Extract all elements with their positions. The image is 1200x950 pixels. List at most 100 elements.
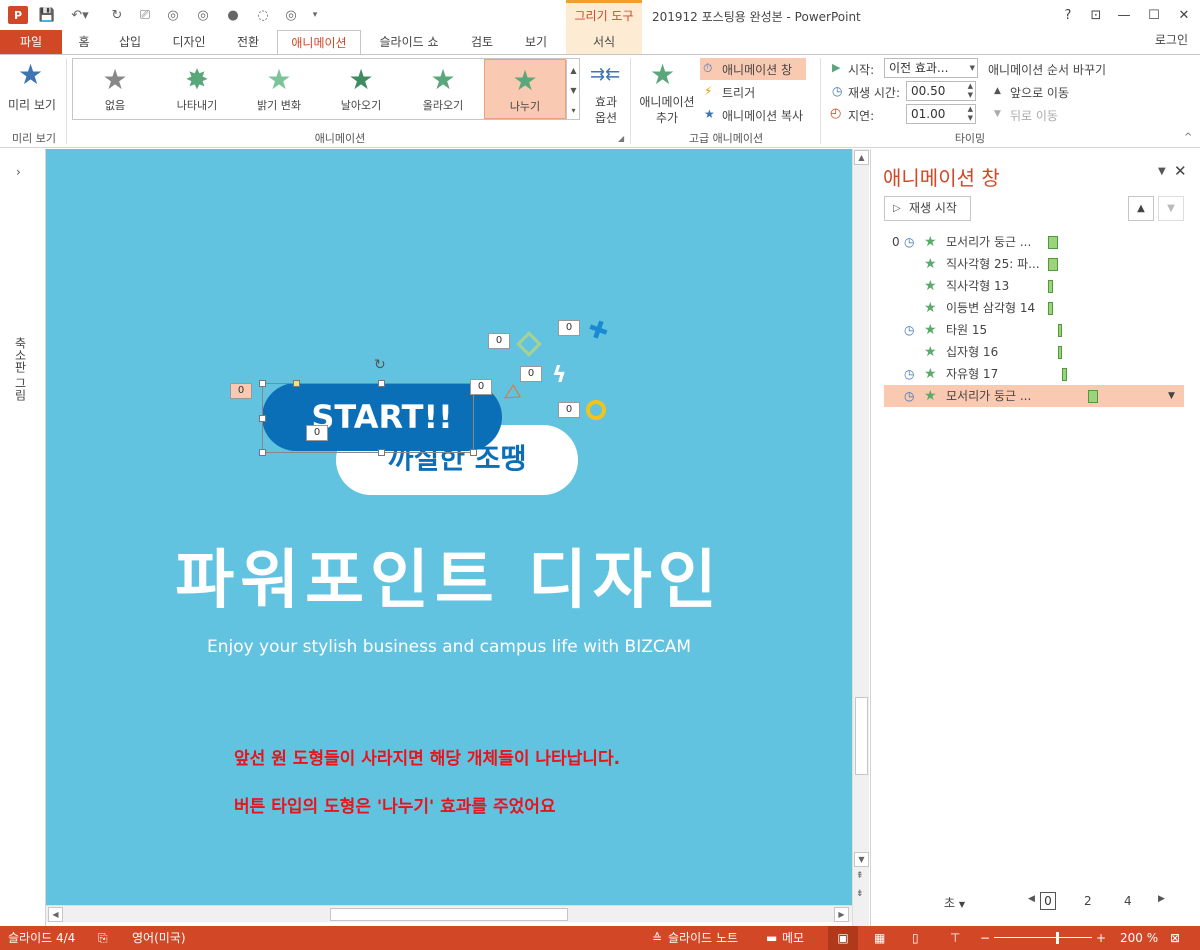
start-slideshow-icon[interactable]: ⎚ [136, 6, 154, 24]
powerpoint-logo-icon[interactable]: P [8, 6, 28, 24]
animation-list-item[interactable]: ★ 직사각형 25: 파... [884, 253, 1184, 275]
gallery-more-icon[interactable]: ▾ [566, 100, 580, 120]
animation-list-item[interactable]: ★ 이등변 삼각형 14 [884, 297, 1184, 319]
scroll-up-icon[interactable]: ▲ [854, 150, 869, 165]
note-line-2[interactable]: 버튼 타입의 도형은 '나누기' 효과를 주었어요 [234, 792, 556, 817]
animation-list-item[interactable]: ◷ ★ 자유형 17 [884, 363, 1184, 385]
slideshow-view-icon[interactable]: ⊤ [950, 926, 960, 950]
expand-chevron-icon[interactable]: › [16, 165, 21, 179]
ribbon-display-icon[interactable]: ⊡ [1084, 4, 1108, 26]
start-dropdown[interactable]: 이전 효과... ▼ [884, 58, 978, 78]
close-pane-icon[interactable]: ✕ [1174, 162, 1187, 180]
delay-spinner[interactable]: 01.00 ▲ ▼ [906, 104, 976, 124]
notes-button[interactable]: 슬라이드 노트 [668, 926, 738, 950]
zoom-slider-track[interactable] [994, 937, 1092, 938]
zoom-in-icon[interactable]: + [1096, 926, 1106, 950]
resize-handle[interactable] [259, 380, 266, 387]
animation-tag[interactable]: 0 [558, 402, 580, 418]
customize-qat-icon[interactable]: ▾ [306, 6, 324, 24]
tab-slideshow[interactable]: 슬라이드 쇼 [368, 30, 450, 54]
zoom-out-icon[interactable]: − [980, 926, 990, 950]
vertical-scroll-thumb[interactable] [855, 697, 868, 775]
scroll-right-icon[interactable]: ▶ [834, 907, 849, 922]
resize-handle[interactable] [259, 449, 266, 456]
next-slide-icon[interactable]: ⇟ [856, 889, 864, 899]
preview-button-label[interactable]: 미리 보기 [8, 96, 56, 113]
shape-icon-3[interactable]: ◎ [282, 6, 300, 24]
language-indicator[interactable]: 영어(미국) [132, 926, 186, 950]
tab-home[interactable]: 홈 [66, 30, 102, 54]
tab-design[interactable]: 디자인 [162, 30, 216, 54]
previous-slide-icon[interactable]: ⇞ [856, 871, 864, 881]
zoom-slider-thumb[interactable] [1056, 932, 1059, 944]
rotate-handle-icon[interactable]: ↻ [374, 357, 386, 373]
animation-tag[interactable]: 0 [488, 333, 510, 349]
tab-animations[interactable]: 애니메이션 [277, 30, 361, 54]
move-up-button-icon[interactable]: ▲ [1128, 196, 1154, 221]
oval-icon[interactable]: ● [224, 6, 242, 24]
animation-list-item[interactable]: 0 ◷ ★ 모서리가 둥근 ... [884, 231, 1184, 253]
animation-tag[interactable]: 0 [306, 425, 328, 441]
help-button[interactable]: ? [1056, 4, 1080, 26]
animation-list-item[interactable]: ★ 직사각형 13 [884, 275, 1184, 297]
ring-shape[interactable] [586, 400, 606, 420]
effect-options-button[interactable]: 효과 옵션 [590, 94, 622, 126]
notes-icon[interactable]: ≙ [652, 926, 662, 950]
comments-button[interactable]: 메모 [782, 926, 804, 950]
normal-view-icon[interactable]: ▣ [828, 926, 858, 950]
preview-star-icon[interactable]: ★ [18, 60, 48, 90]
zigzag-shape[interactable]: ϟ [552, 365, 567, 387]
save-icon[interactable]: 💾 [38, 6, 56, 24]
comments-icon[interactable]: ▬ [766, 926, 777, 950]
slide-canvas[interactable]: 까실한 조땡 START!! ↻ 0 0 0 0 0 0 0 ✚ ◁ ϟ 파워포… [46, 149, 852, 905]
animation-tag[interactable]: 0 [520, 366, 542, 382]
maximize-icon[interactable]: ☐ [1142, 4, 1166, 26]
zoom-level[interactable]: 200 % [1120, 926, 1158, 950]
spellcheck-icon[interactable]: ⎘ [98, 926, 108, 950]
scroll-down-icon[interactable]: ▼ [854, 852, 869, 867]
gallery-item-fly-in[interactable]: ★ 날아오기 [320, 59, 402, 119]
animation-tag[interactable]: 0 [558, 320, 580, 336]
note-line-1[interactable]: 앞선 원 도형들이 사라지면 해당 개체들이 나타납니다. [234, 744, 620, 769]
fit-to-window-icon[interactable]: ⊠ [1170, 926, 1180, 950]
gallery-item-none[interactable]: ★ 없음 [74, 59, 156, 119]
thumbnails-pane-collapsed[interactable]: › 축소판 그림 [0, 149, 46, 926]
animation-painter-button[interactable]: 애니메이션 복사 [722, 107, 803, 124]
diamond-shape[interactable] [516, 331, 542, 357]
reading-view-icon[interactable]: ▯ [912, 926, 919, 950]
horizontal-scroll-thumb[interactable] [330, 908, 568, 921]
tab-view[interactable]: 보기 [514, 30, 558, 54]
item-dropdown-icon[interactable]: ▼ [1168, 385, 1175, 407]
gallery-scroll-up-icon[interactable]: ▲ [566, 60, 580, 80]
adjust-handle[interactable] [293, 380, 300, 387]
tab-file[interactable]: 파일 [0, 30, 62, 54]
shape-icon-2[interactable]: ◎ [194, 6, 212, 24]
animation-tag[interactable]: 0 [470, 379, 492, 395]
animation-tag[interactable]: 0 [230, 383, 252, 399]
slide-subtitle[interactable]: Enjoy your stylish business and campus l… [46, 637, 852, 657]
resize-handle[interactable] [378, 449, 385, 456]
gallery-scroll-down-icon[interactable]: ▼ [566, 80, 580, 100]
slide-title[interactable]: 파워포인트 디자인 [46, 529, 852, 621]
gallery-item-appear[interactable]: ✸ 나타내기 [156, 59, 238, 119]
duration-spinner[interactable]: 00.50 ▲ ▼ [906, 81, 976, 101]
move-down-button-icon[interactable]: ▼ [1158, 196, 1184, 221]
cross-shape[interactable]: ✚ [584, 314, 616, 347]
scroll-left-icon[interactable]: ◀ [48, 907, 63, 922]
shape-icon[interactable]: ◎ [164, 6, 182, 24]
tab-review[interactable]: 검토 [462, 30, 502, 54]
seconds-dropdown[interactable]: 초 ▼ [944, 894, 965, 911]
effect-options-icon[interactable]: ⇉⇇ [590, 64, 620, 85]
animation-list-item-selected[interactable]: ◷ ★ 모서리가 둥근 ... ▼ [884, 385, 1184, 407]
vertical-scrollbar[interactable]: ▲ ▼ ⇞ ⇟ [852, 149, 869, 926]
resize-handle[interactable] [378, 380, 385, 387]
close-icon[interactable]: ✕ [1172, 4, 1196, 26]
undo-icon[interactable]: ↶▾ [66, 6, 94, 24]
move-earlier-button[interactable]: 앞으로 이동 [1010, 84, 1069, 101]
slide-sorter-icon[interactable]: ▦ [874, 926, 885, 950]
dotted-oval-icon[interactable]: ◌ [254, 6, 272, 24]
login-link[interactable]: 로그인 [1155, 30, 1188, 50]
animation-pane-button[interactable]: 애니메이션 창 [722, 61, 792, 78]
gallery-item-rise-up[interactable]: ★ 올라오기 [402, 59, 484, 119]
timeline-left-icon[interactable]: ◀ [1028, 894, 1035, 904]
